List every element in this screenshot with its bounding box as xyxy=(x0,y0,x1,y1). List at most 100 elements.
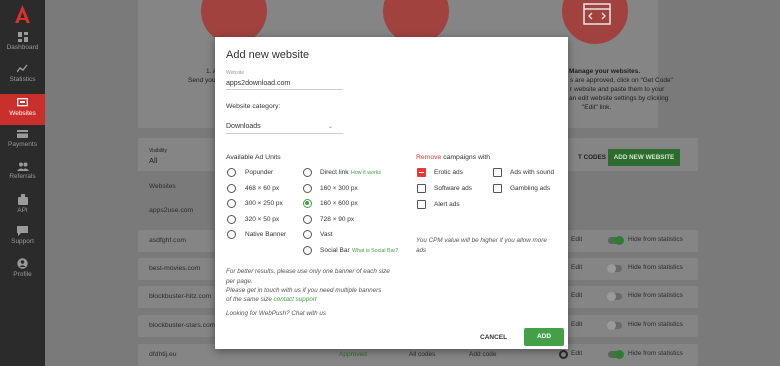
ads-with-sound-checkbox[interactable] xyxy=(493,168,502,177)
erotic-ads-checkbox[interactable] xyxy=(417,168,426,177)
site-name: blockbuster-hitz.com xyxy=(149,293,212,300)
step3-line-3: an edit website settings by clicking xyxy=(569,95,669,102)
hide-toggle[interactable] xyxy=(607,321,622,330)
get-codes-link[interactable]: T CODES xyxy=(578,154,606,161)
websites-column-header: Websites xyxy=(149,183,176,190)
cpm-note-line-2: ads xyxy=(416,247,427,254)
step3-line-4: "Edit" link. xyxy=(582,104,612,111)
hide-toggle[interactable] xyxy=(608,236,624,245)
websites-icon xyxy=(17,98,28,107)
ad-unit-radio-social-bar[interactable] xyxy=(303,246,312,255)
sidebar-item-support[interactable]: Support xyxy=(0,226,45,258)
support-icon xyxy=(17,226,28,236)
chevron-down-icon[interactable]: ⌄ xyxy=(328,123,333,130)
campaign-label: Software ads xyxy=(434,185,472,192)
profile-icon xyxy=(17,258,28,269)
campaign-label: Erotic ads xyxy=(434,169,463,176)
sidebar-item-label: Statistics xyxy=(9,76,36,83)
add-website-modal: Add new website Website apps2download.co… xyxy=(215,37,568,349)
ad-unit-label: 160 × 600 px xyxy=(320,200,358,207)
add-new-website-button[interactable]: ADD NEW WEBSITE xyxy=(608,149,680,166)
ad-unit-radio-direct-link[interactable] xyxy=(303,168,312,177)
referrals-icon xyxy=(16,162,29,171)
site-name: best-movies.com xyxy=(149,265,201,272)
gambling-ads-checkbox[interactable] xyxy=(493,184,502,193)
visibility-select[interactable]: All xyxy=(149,156,157,165)
ad-unit-label: Popunder xyxy=(245,169,274,176)
hide-label: Hide from statistics xyxy=(628,321,683,328)
tip-line-1: For better results, please use only one … xyxy=(226,268,390,275)
remove-rest: campaigns with xyxy=(441,154,491,161)
logo-icon[interactable] xyxy=(13,4,32,24)
ad-unit-label: 468 × 60 px xyxy=(245,185,280,192)
ad-unit-radio-300x250[interactable] xyxy=(227,199,236,208)
ad-unit-radio-468x60[interactable] xyxy=(227,184,236,193)
sidebar: Dashboard Statistics Websites Payments R… xyxy=(0,0,45,366)
add-code-link[interactable]: Add code xyxy=(469,351,496,358)
campaign-label: Ads with sound xyxy=(510,169,555,176)
site-name: asdfghf.com xyxy=(149,237,187,244)
sidebar-item-payments[interactable]: Payments xyxy=(0,130,45,162)
ad-unit-radio-160x300[interactable] xyxy=(303,184,312,193)
webpush-chat-link[interactable]: Looking for WebPush? Chat with us xyxy=(226,310,326,317)
hide-label: Hide from statistics xyxy=(628,236,683,243)
edit-link[interactable]: Edit xyxy=(571,350,582,357)
all-codes-link[interactable]: All codes xyxy=(409,351,435,358)
sidebar-item-label: Referrals xyxy=(9,173,36,180)
ad-unit-label: 728 × 90 px xyxy=(320,216,355,223)
website-field-label: Website xyxy=(226,70,244,76)
dashboard-icon xyxy=(17,32,28,42)
ad-unit-label: Vast xyxy=(320,231,333,238)
ad-unit-label: Social Bar xyxy=(320,247,350,254)
website-input-underline xyxy=(226,89,343,90)
hide-label: Hide from statistics xyxy=(628,292,683,299)
hide-toggle[interactable] xyxy=(607,292,622,301)
hide-label: Hide from statistics xyxy=(628,264,683,271)
ad-unit-label: 160 × 300 px xyxy=(320,185,358,192)
step1-text: Send you xyxy=(188,77,216,84)
category-label: Website category: xyxy=(226,103,281,110)
hide-toggle[interactable] xyxy=(607,264,622,273)
sidebar-item-label: Payments xyxy=(8,141,37,148)
website-input[interactable]: apps2download.com xyxy=(226,80,290,87)
tip-line-2: per page. xyxy=(226,278,253,285)
social-bar-help-link[interactable]: What is Social Bar? xyxy=(352,248,398,254)
sidebar-item-referrals[interactable]: Referrals xyxy=(0,162,45,194)
api-icon xyxy=(17,194,28,205)
edit-link[interactable]: Edit xyxy=(571,321,582,328)
ad-unit-radio-160x600[interactable] xyxy=(303,199,312,208)
step3-line-1: s are approved, click on "Get Code" xyxy=(570,77,673,84)
edit-link[interactable]: Edit xyxy=(571,292,582,299)
ad-unit-label: Direct link xyxy=(320,169,349,176)
cancel-button[interactable]: CANCEL xyxy=(480,334,507,341)
sidebar-item-dashboard[interactable]: Dashboard xyxy=(0,32,45,64)
sidebar-item-profile[interactable]: Profile xyxy=(0,258,45,290)
ad-unit-radio-popunder[interactable] xyxy=(227,168,236,177)
ad-unit-radio-728x90[interactable] xyxy=(303,215,312,224)
tip-line-3: Please get in touch with us if you need … xyxy=(226,287,382,294)
edit-link[interactable]: Edit xyxy=(571,264,582,271)
alert-ads-checkbox[interactable] xyxy=(417,200,426,209)
step3-line-2: r website and paste them to your xyxy=(570,86,665,93)
code-window-icon xyxy=(583,3,611,25)
ad-unit-radio-vast[interactable] xyxy=(303,230,312,239)
edit-link[interactable]: Edit xyxy=(571,236,582,243)
remove-campaigns-label: Remove campaigns with xyxy=(416,154,490,161)
gear-icon[interactable] xyxy=(559,350,568,359)
site-name: dfdhtij.eu xyxy=(149,351,177,358)
cpm-note-line-1: You CPM value will be higher if you allo… xyxy=(416,237,547,244)
category-select[interactable]: Downloads xyxy=(226,123,261,130)
site-name: blockbuster-stars.com xyxy=(149,322,216,329)
sidebar-item-api[interactable]: API xyxy=(0,194,45,226)
ad-unit-radio-native-banner[interactable] xyxy=(227,230,236,239)
software-ads-checkbox[interactable] xyxy=(417,184,426,193)
hide-toggle[interactable] xyxy=(608,350,624,359)
contact-support-link[interactable]: contact support xyxy=(274,296,317,303)
ad-unit-radio-320x50[interactable] xyxy=(227,215,236,224)
add-button[interactable]: ADD xyxy=(524,328,564,346)
sidebar-item-websites[interactable]: Websites xyxy=(0,94,45,125)
how-it-works-link[interactable]: How it works xyxy=(351,170,381,176)
tip-line-4-text: of the same size xyxy=(226,296,274,303)
category-select-underline xyxy=(226,133,343,134)
sidebar-item-statistics[interactable]: Statistics xyxy=(0,64,45,96)
